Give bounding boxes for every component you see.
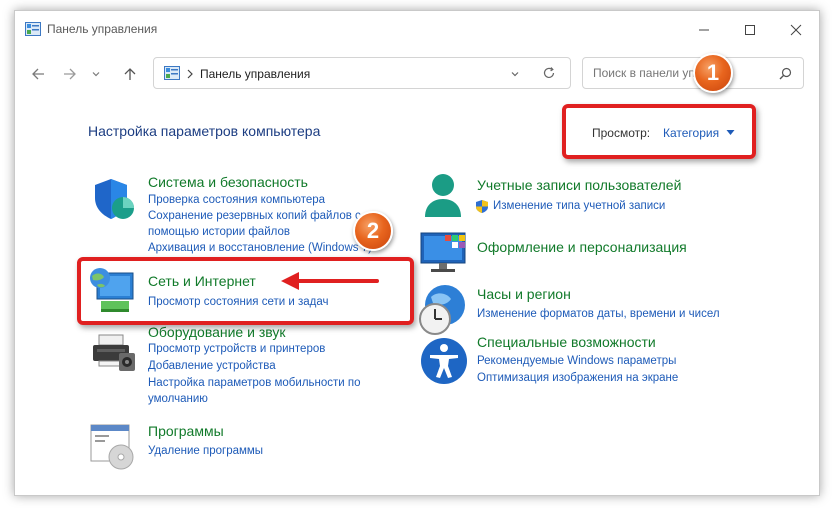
uac-shield-icon: [476, 200, 488, 213]
category-clock-region[interactable]: Часы и регион: [477, 286, 571, 302]
up-button[interactable]: [117, 61, 143, 87]
search-input[interactable]: [591, 65, 775, 81]
page-title: Настройка параметров компьютера: [88, 123, 321, 139]
close-icon: [790, 24, 802, 36]
link-archive-restore[interactable]: Архивация и восстановление (Windows 7): [148, 242, 372, 254]
forward-button[interactable]: [57, 61, 83, 87]
breadcrumb-separator-icon: [187, 69, 193, 79]
category-appearance[interactable]: Оформление и персонализация: [477, 239, 687, 255]
programs-icon[interactable]: [89, 423, 137, 471]
category-programs[interactable]: Программы: [148, 423, 224, 439]
link-change-account-type[interactable]: Изменение типа учетной записи: [493, 200, 665, 212]
minimize-icon: [699, 29, 709, 31]
arrow-up-icon: [124, 68, 136, 80]
chevron-down-icon: [92, 72, 100, 77]
clock-globe-icon[interactable]: [415, 281, 471, 337]
category-hardware-sound[interactable]: Оборудование и звук: [148, 324, 286, 340]
link-date-time-formats[interactable]: Изменение форматов даты, времени и чисел: [477, 308, 720, 320]
link-recommended-settings[interactable]: Рекомендуемые Windows параметры: [477, 355, 676, 367]
monitor-personalization-icon[interactable]: [419, 231, 469, 275]
control-panel-icon: [164, 66, 180, 80]
recent-locations-button[interactable]: [88, 61, 104, 87]
badge-step-2: 2: [353, 211, 393, 251]
refresh-icon[interactable]: [542, 66, 556, 80]
arrow-left-icon: [32, 68, 44, 80]
minimize-button[interactable]: [681, 11, 727, 49]
accessibility-icon[interactable]: [419, 336, 469, 386]
back-button[interactable]: [25, 61, 51, 87]
link-devices-printers[interactable]: Просмотр устройств и принтеров: [148, 343, 325, 355]
chevron-down-icon[interactable]: [510, 69, 520, 79]
control-panel-icon: [25, 22, 41, 36]
link-mobility-settings[interactable]: Настройка параметров мобильности по: [148, 377, 361, 389]
maximize-icon: [745, 25, 755, 35]
search-icon[interactable]: [779, 67, 792, 80]
category-system-security[interactable]: Система и безопасность: [148, 174, 308, 190]
title-bar: Панель управления: [15, 11, 819, 49]
link-mobility-default[interactable]: умолчанию: [148, 393, 208, 405]
link-uninstall-program[interactable]: Удаление программы: [148, 445, 263, 457]
control-panel-window: Панель управления Панель управления Поис…: [14, 10, 820, 496]
link-check-status[interactable]: Проверка состояния компьютера: [148, 194, 325, 206]
link-backup[interactable]: Сохранение резервных копий файлов с: [148, 210, 361, 222]
printer-icon[interactable]: [91, 333, 139, 373]
category-ease-of-access[interactable]: Специальные возможности: [477, 334, 656, 350]
arrow-right-icon: [64, 68, 76, 80]
address-bar[interactable]: Панель управления: [153, 57, 571, 89]
close-button[interactable]: [773, 11, 819, 49]
user-icon[interactable]: [421, 171, 465, 223]
maximize-button[interactable]: [727, 11, 773, 49]
link-optimize-display[interactable]: Оптимизация изображения на экране: [477, 372, 678, 384]
link-add-device[interactable]: Добавление устройства: [148, 360, 276, 372]
shield-icon[interactable]: [91, 176, 137, 222]
arrow-annotation: [281, 272, 379, 290]
breadcrumb[interactable]: Панель управления: [200, 67, 310, 81]
category-user-accounts[interactable]: Учетные записи пользователей: [477, 177, 681, 193]
badge-step-1: 1: [693, 53, 733, 93]
highlight-view-by: [562, 104, 756, 159]
link-backup-history[interactable]: помощью истории файлов: [148, 226, 290, 238]
window-title: Панель управления: [47, 22, 158, 36]
